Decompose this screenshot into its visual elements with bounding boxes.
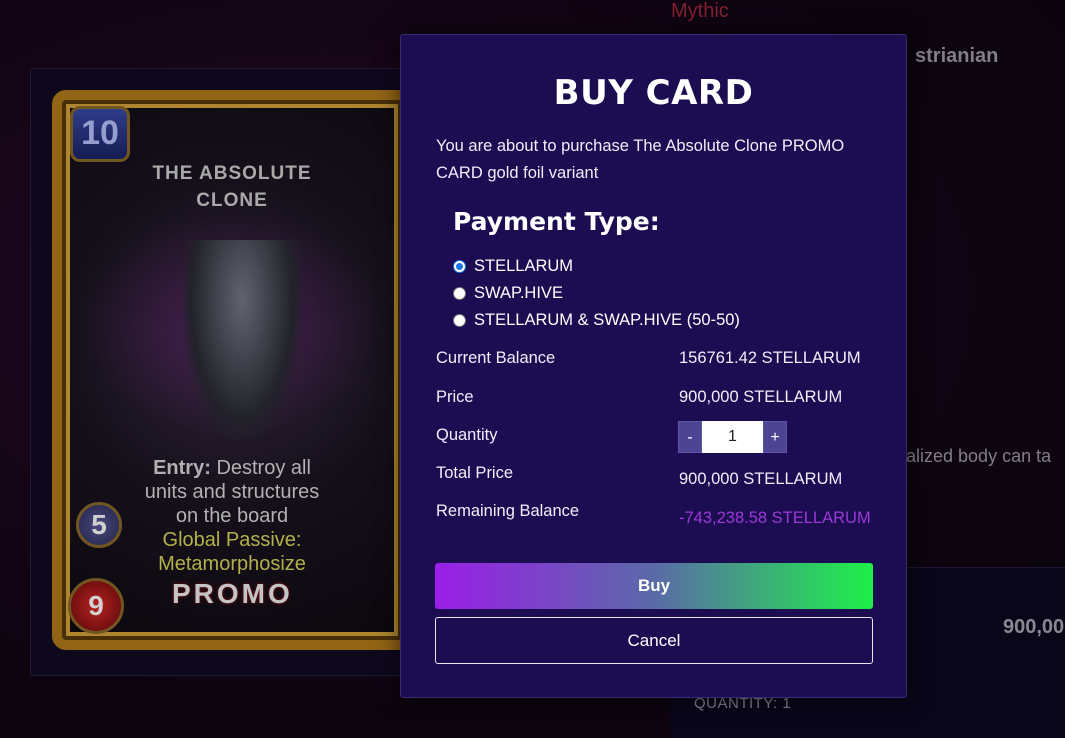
current-balance-label: Current Balance [436,349,556,367]
radio-button[interactable] [453,260,466,273]
payment-option-label: SWAP.HIVE [474,284,563,302]
purchase-description: You are about to purchase The Absolute C… [436,137,845,182]
current-balance-value: 156761.42 STELLARUM [679,349,861,367]
cancel-button[interactable]: Cancel [435,617,873,664]
payment-option-stellarum[interactable]: STELLARUM [453,257,573,276]
buy-card-modal: BUY CARD You are about to purchase The A… [400,34,907,698]
quantity-stepper[interactable]: - 1 + [678,421,787,453]
payment-option-label: STELLARUM & SWAP.HIVE (50-50) [474,311,740,329]
modal-title: BUY CARD [553,73,754,113]
payment-option-swap-hive[interactable]: SWAP.HIVE [453,284,563,303]
radio-button[interactable] [453,314,466,327]
quantity-label: Quantity [436,426,498,444]
payment-option-split[interactable]: STELLARUM & SWAP.HIVE (50-50) [453,311,740,330]
remaining-balance-label: Remaining Balance [436,502,580,520]
total-price-value: 900,000 STELLARUM [679,470,843,488]
price-label: Price [436,388,474,406]
payment-type-heading: Payment Type: [453,207,660,236]
total-price-label: Total Price [436,464,514,482]
quantity-decrease-button[interactable]: - [678,421,702,453]
payment-option-label: STELLARUM [474,257,574,275]
radio-button[interactable] [453,287,466,300]
quantity-input[interactable]: 1 [702,421,763,453]
buy-button[interactable]: Buy [435,563,873,609]
remaining-balance-value: -743,238.58 STELLARUM [679,509,871,527]
quantity-increase-button[interactable]: + [763,421,787,453]
price-value: 900,000 STELLARUM [679,388,843,406]
